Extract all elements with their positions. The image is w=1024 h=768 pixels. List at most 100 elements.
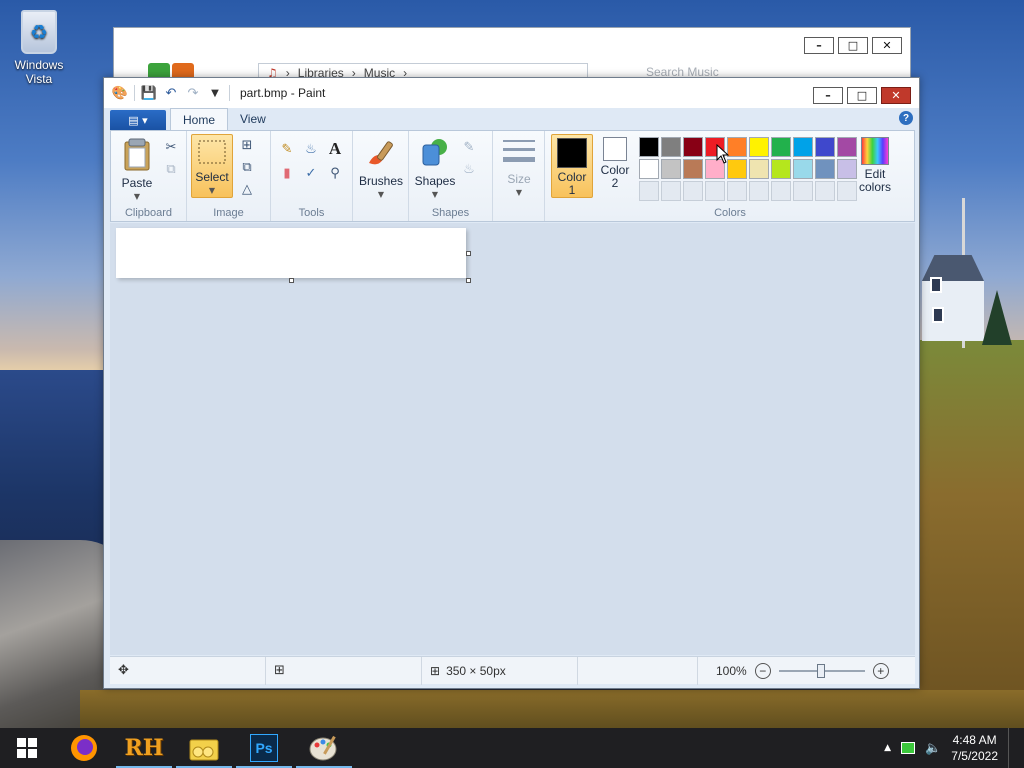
fill-icon[interactable]: ♨ — [459, 159, 479, 179]
resize-handle-corner[interactable] — [466, 278, 471, 283]
shapes-button[interactable]: Shapes ▼ — [413, 137, 457, 201]
photoshop-icon: Ps — [250, 734, 278, 762]
taskbar-resource-hacker[interactable]: RH — [114, 728, 174, 768]
color1-swatch — [557, 138, 587, 168]
ribbon-tabs: ▤ ▾ Home View ? — [110, 108, 915, 130]
palette-swatch-empty[interactable] — [771, 181, 791, 201]
drawing-canvas[interactable] — [116, 228, 466, 278]
paint-window[interactable]: 🎨 💾 ↶ ↷ ▼ part.bmp - Paint – □ ✕ ▤ ▾ Hom… — [103, 77, 920, 689]
close-button[interactable]: ✕ — [881, 87, 911, 104]
palette-swatch[interactable] — [639, 159, 659, 179]
color1-button[interactable]: Color 1 — [551, 134, 593, 198]
redo-icon[interactable]: ↷ — [185, 85, 201, 101]
tab-home[interactable]: Home — [170, 108, 229, 130]
minimize-button[interactable]: – — [813, 87, 843, 104]
explorer-close-button[interactable]: ✕ — [872, 37, 902, 54]
cut-icon[interactable]: ✂ — [161, 137, 181, 157]
resize-handle-right[interactable] — [466, 251, 471, 256]
customize-toolbar-icon[interactable]: ▼ — [207, 85, 223, 101]
palette-swatch-empty[interactable] — [683, 181, 703, 201]
paint-app-icon[interactable]: 🎨 — [112, 85, 128, 101]
explorer-minimize-button[interactable]: – — [804, 37, 834, 54]
outline-icon[interactable]: ✎ — [459, 137, 479, 157]
zoom-slider[interactable] — [778, 663, 865, 678]
volume-icon[interactable]: 🔈 — [925, 741, 941, 756]
select-button[interactable]: Select ▼ — [191, 134, 233, 198]
taskbar-photoshop[interactable]: Ps — [234, 728, 294, 768]
palette-swatch[interactable] — [749, 159, 769, 179]
shapes-group-label: Shapes — [431, 207, 470, 219]
palette-swatch[interactable] — [683, 159, 703, 179]
color-spectrum-icon — [861, 137, 889, 165]
show-desktop-button[interactable] — [1008, 728, 1012, 768]
palette-swatch[interactable] — [815, 137, 835, 157]
paint-title-bar[interactable]: 🎨 💾 ↶ ↷ ▼ part.bmp - Paint — [104, 78, 919, 108]
help-icon[interactable]: ? — [899, 111, 913, 125]
maximize-button[interactable]: □ — [847, 87, 877, 104]
clipboard-group-label: Clipboard — [124, 207, 173, 219]
edit-colors-button[interactable]: Edit colors — [851, 137, 899, 194]
copy-icon[interactable]: ⧉ — [161, 159, 181, 179]
paste-button[interactable]: Paste ▼ — [115, 137, 159, 203]
explorer-maximize-button[interactable]: □ — [838, 37, 868, 54]
magnifier-icon[interactable]: ⚲ — [325, 163, 345, 183]
start-button[interactable] — [0, 728, 54, 768]
firefox-icon — [71, 735, 97, 761]
palette-swatch[interactable] — [727, 159, 747, 179]
windows-logo-icon — [17, 738, 37, 758]
canvas-size-icon: ⊞ — [430, 663, 441, 678]
palette-swatch[interactable] — [639, 137, 659, 157]
taskbar-clock[interactable]: 4:48 AM 7/5/2022 — [951, 732, 998, 764]
color2-button[interactable]: Color 2 — [595, 137, 635, 190]
palette-swatch[interactable] — [749, 137, 769, 157]
palette-swatch-empty[interactable] — [661, 181, 681, 201]
taskbar-file-explorer[interactable] — [174, 728, 234, 768]
palette-swatch[interactable] — [793, 159, 813, 179]
clipboard-group: Paste ▼ ✂ ⧉ Clipboard — [111, 131, 187, 221]
palette-swatch[interactable] — [727, 137, 747, 157]
palette-swatch-empty[interactable] — [815, 181, 835, 201]
brush-icon — [369, 141, 393, 165]
palette-swatch-empty[interactable] — [639, 181, 659, 201]
taskbar-paint[interactable] — [294, 728, 354, 768]
resize-handle-bottom[interactable] — [289, 278, 294, 283]
palette-swatch-empty[interactable] — [749, 181, 769, 201]
network-icon[interactable] — [901, 742, 916, 754]
brushes-button[interactable]: Brushes ▼ — [357, 137, 405, 201]
zoom-slider-thumb[interactable] — [816, 663, 825, 678]
palette-swatch[interactable] — [815, 159, 835, 179]
palette-swatch[interactable] — [661, 137, 681, 157]
canvas-area[interactable] — [110, 223, 915, 655]
zoom-in-icon[interactable]: + — [872, 662, 889, 679]
save-icon[interactable]: 💾 — [141, 85, 157, 101]
select-rectangle-icon — [198, 140, 226, 164]
resize-icon[interactable]: ⧉ — [237, 157, 257, 177]
crop-icon[interactable]: ⊞ — [237, 135, 257, 155]
file-menu-button[interactable]: ▤ ▾ — [110, 110, 166, 130]
paint-window-controls: – □ ✕ — [813, 87, 911, 104]
taskbar-firefox[interactable] — [54, 728, 114, 768]
pencil-icon[interactable]: ✎ — [277, 139, 297, 159]
zoom-level: 100% — [716, 663, 747, 678]
desktop-icon-recycle-bin[interactable]: Windows Vista — [8, 8, 70, 86]
undo-icon[interactable]: ↶ — [163, 85, 179, 101]
color-picker-icon[interactable]: ✓ — [301, 163, 321, 183]
palette-swatch[interactable] — [771, 159, 791, 179]
palette-swatch[interactable] — [661, 159, 681, 179]
palette-swatch-empty[interactable] — [727, 181, 747, 201]
tab-view[interactable]: View — [228, 108, 278, 130]
palette-swatch[interactable] — [793, 137, 813, 157]
palette-swatch-empty[interactable] — [705, 181, 725, 201]
rotate-icon[interactable]: △ — [237, 179, 257, 199]
fill-bucket-icon[interactable]: ♨ — [301, 139, 321, 159]
palette-swatch[interactable] — [683, 137, 703, 157]
shapes-group: Shapes ▼ ✎ ♨ Shapes — [409, 131, 493, 221]
text-tool-icon[interactable]: A — [325, 139, 345, 159]
palette-swatch[interactable] — [771, 137, 791, 157]
cursor-position-icon: ✥ — [118, 663, 129, 678]
zoom-out-icon[interactable]: − — [754, 662, 771, 679]
size-button[interactable]: Size ▼ — [497, 137, 541, 199]
palette-swatch-empty[interactable] — [793, 181, 813, 201]
eraser-icon[interactable]: ▮ — [277, 163, 297, 183]
show-hidden-icons-icon[interactable]: ▲ — [884, 743, 891, 753]
